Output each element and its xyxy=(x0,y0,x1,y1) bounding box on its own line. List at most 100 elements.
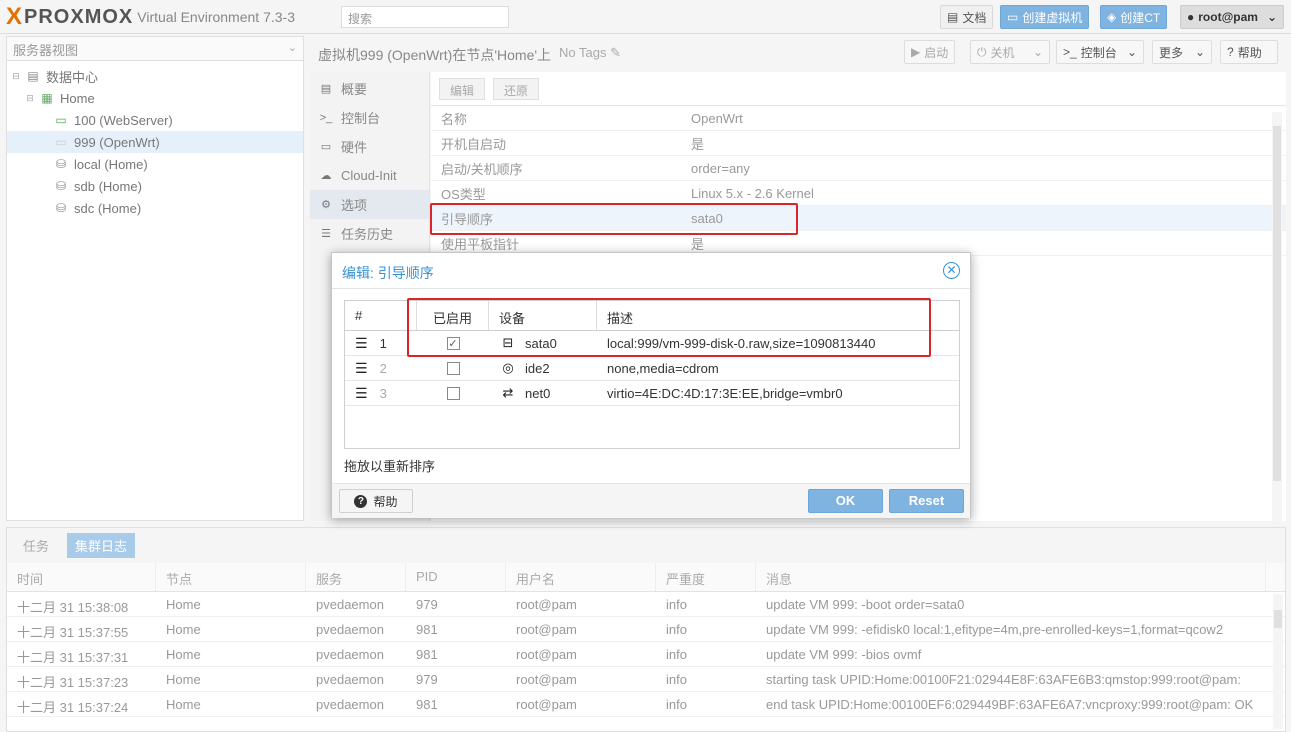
create-vm-button[interactable]: ▭ 创建虚拟机 xyxy=(1000,5,1090,29)
tree-item-vm-999[interactable]: ▭ 999 (OpenWrt) xyxy=(7,131,303,153)
dialog-title: 编辑: 引导顺序 xyxy=(342,265,434,281)
option-row[interactable]: 启动/关机顺序 order=any xyxy=(431,156,1286,181)
collapse-icon[interactable]: ⊟ xyxy=(25,93,35,104)
datacenter-icon: ▤ xyxy=(27,69,39,83)
hardware-icon: ▭ xyxy=(320,141,332,153)
vm-stopped-icon: ▭ xyxy=(55,135,67,149)
view-selector[interactable]: 服务器视图 ⌄ xyxy=(7,37,303,61)
storage-icon: ⛁ xyxy=(55,157,67,171)
gear-icon: ⚙ xyxy=(321,199,331,211)
enabled-checkbox[interactable] xyxy=(446,361,460,375)
chevron-down-icon: ⌄ xyxy=(1194,45,1205,59)
logo-x: X xyxy=(6,3,23,30)
list-icon: ☰ xyxy=(321,228,331,240)
page-title: 虚拟机999 (OpenWrt)在节点'Home'上 xyxy=(318,47,552,63)
table-row[interactable]: 十二月 31 15:38:08 Home pvedaemon 979 root@pam i… xyxy=(7,592,1285,617)
drag-handle-icon[interactable]: ☰ xyxy=(355,385,368,402)
menu-item-options[interactable]: ⚙ 选项 xyxy=(310,190,429,219)
hdd-icon: ⊟ xyxy=(502,335,514,350)
tree-item-storage-sdb[interactable]: ⛁ sdb (Home) xyxy=(7,175,303,197)
log-tabs: 任务 集群日志 xyxy=(7,528,1285,563)
dialog-header: 编辑: 引导顺序 ✕ xyxy=(332,253,970,289)
tree-item-storage-sdc[interactable]: ⛁ sdc (Home) xyxy=(7,197,303,219)
play-icon: ▶ xyxy=(911,45,921,59)
menu-item-console[interactable]: >_ 控制台 xyxy=(310,103,429,132)
edit-button[interactable]: 编辑 xyxy=(439,78,486,100)
chevron-down-icon: ⌄ xyxy=(1266,10,1277,24)
terminal-icon: >_ xyxy=(1063,45,1077,59)
collapse-icon[interactable]: ⊟ xyxy=(11,71,21,82)
vm-header: 虚拟机999 (OpenWrt)在节点'Home'上 No Tags ✎ ▶ 启动… xyxy=(310,36,1291,70)
dialog-help-button[interactable]: ? 帮助 xyxy=(339,489,413,513)
more-button[interactable]: 更多 ⌄ xyxy=(1152,40,1212,64)
option-row-boot-order[interactable]: 引导顺序 sata0 xyxy=(431,206,1286,231)
table-row[interactable]: 十二月 31 15:37:31 Home pvedaemon 981 root@pam i… xyxy=(7,642,1285,667)
tree-item-node[interactable]: ⊟ ▦ Home xyxy=(7,87,303,109)
proxmox-logo: X PROXMOX Virtual Environment 7.3-3 xyxy=(6,5,295,29)
storage-icon: ⛁ xyxy=(55,179,67,193)
boot-device-row[interactable]: ☰ 3 ⇄ net0 virtio=4E:DC:4D:17:3E:EE,bridge… xyxy=(345,381,959,406)
table-row[interactable]: 十二月 31 15:37:23 Home pvedaemon 979 root@pam i… xyxy=(7,667,1285,692)
tags-label[interactable]: No Tags ✎ xyxy=(559,45,621,61)
chevron-down-icon: ⌄ xyxy=(1126,45,1137,59)
scrollbar-thumb[interactable] xyxy=(1273,126,1281,481)
ok-button[interactable]: OK xyxy=(808,489,883,513)
resource-tree: 服务器视图 ⌄ ⊟ ▤ 数据中心 ⊟ ▦ Home ▭ 100 (WebServ… xyxy=(6,36,304,521)
drag-handle-icon[interactable]: ☰ xyxy=(355,360,368,377)
enabled-checkbox[interactable]: ✓ xyxy=(446,336,460,350)
user-icon: ● xyxy=(1187,10,1195,24)
menu-item-task-history[interactable]: ☰ 任务历史 xyxy=(310,219,429,248)
options-scrollbar[interactable] xyxy=(1272,112,1282,522)
menu-item-hardware[interactable]: ▭ 硬件 xyxy=(310,132,429,161)
scrollbar-thumb[interactable] xyxy=(1274,610,1282,628)
user-menu-button[interactable]: ● root@pam ⌄ xyxy=(1180,5,1284,29)
cloud-icon: ☁ xyxy=(320,170,332,182)
console-button[interactable]: >_ 控制台 ⌄ xyxy=(1056,40,1144,64)
tree-item-datacenter[interactable]: ⊟ ▤ 数据中心 xyxy=(7,65,303,87)
option-row[interactable]: 名称 OpenWrt xyxy=(431,106,1286,131)
options-toolbar: 编辑 还原 xyxy=(431,72,1286,106)
menu-item-cloudinit[interactable]: ☁ Cloud-Init xyxy=(310,161,429,190)
chevron-down-icon: ⌄ xyxy=(1032,45,1043,59)
help-icon: ? xyxy=(354,494,368,508)
table-row[interactable]: 十二月 31 15:37:24 Home pvedaemon 981 root@pam i… xyxy=(7,692,1285,717)
table-row[interactable]: 十二月 31 15:37:55 Home pvedaemon 981 root@pam i… xyxy=(7,617,1285,642)
tree-item-storage-local[interactable]: ⛁ local (Home) xyxy=(7,153,303,175)
drag-handle-icon[interactable]: ☰ xyxy=(355,335,368,352)
tab-cluster-log[interactable]: 集群日志 xyxy=(67,533,136,558)
tab-tasks[interactable]: 任务 xyxy=(15,533,57,558)
tree-item-vm-100[interactable]: ▭ 100 (WebServer) xyxy=(7,109,303,131)
docs-button[interactable]: ▤ 文档 xyxy=(940,5,994,29)
boot-device-row[interactable]: ☰ 1 ✓ ⊟ sata0 local:999/vm-999-disk-0.raw,… xyxy=(345,331,959,356)
enabled-checkbox[interactable] xyxy=(446,386,460,400)
create-ct-button[interactable]: ◈ 创建CT xyxy=(1100,5,1168,29)
close-icon[interactable]: ✕ xyxy=(943,262,960,279)
power-icon: ⏻ xyxy=(977,44,987,59)
logo-brand: PROXMOX xyxy=(24,5,134,28)
help-button[interactable]: ? 帮助 xyxy=(1220,40,1278,64)
option-row[interactable]: OS类型 Linux 5.x - 2.6 Kernel xyxy=(431,181,1286,206)
start-button[interactable]: ▶ 启动 xyxy=(904,40,956,64)
dialog-footer: ? 帮助 OK Reset xyxy=(332,483,970,518)
monitor-icon: ▭ xyxy=(1007,10,1019,24)
book-icon: ▤ xyxy=(947,10,959,24)
summary-icon: ▤ xyxy=(320,83,332,95)
grid-header: # 已启用 设备 描述 xyxy=(345,301,959,331)
pencil-icon[interactable]: ✎ xyxy=(610,45,621,60)
cdrom-icon: ◎ xyxy=(502,360,514,375)
log-scrollbar[interactable] xyxy=(1273,594,1283,729)
cube-icon: ◈ xyxy=(1107,10,1117,24)
version-label: Virtual Environment 7.3-3 xyxy=(137,9,295,25)
revert-button[interactable]: 还原 xyxy=(493,78,540,100)
reset-button[interactable]: Reset xyxy=(889,489,964,513)
help-icon: ? xyxy=(1227,45,1234,59)
chevron-down-icon: ⌄ xyxy=(287,42,297,54)
node-icon: ▦ xyxy=(41,91,53,105)
menu-item-summary[interactable]: ▤ 概要 xyxy=(310,74,429,103)
search-input[interactable]: 搜索 xyxy=(341,6,509,28)
boot-device-row[interactable]: ☰ 2 ◎ ide2 none,media=cdrom xyxy=(345,356,959,381)
shutdown-button[interactable]: ⏻ 关机 ⌄ xyxy=(970,40,1050,64)
drag-hint: 拖放以重新排序 xyxy=(344,459,436,474)
boot-order-grid: # 已启用 设备 描述 ☰ 1 ✓ ⊟ sata0 local:999/vm-999… xyxy=(344,300,960,449)
option-row[interactable]: 开机自启动是 xyxy=(431,131,1286,156)
